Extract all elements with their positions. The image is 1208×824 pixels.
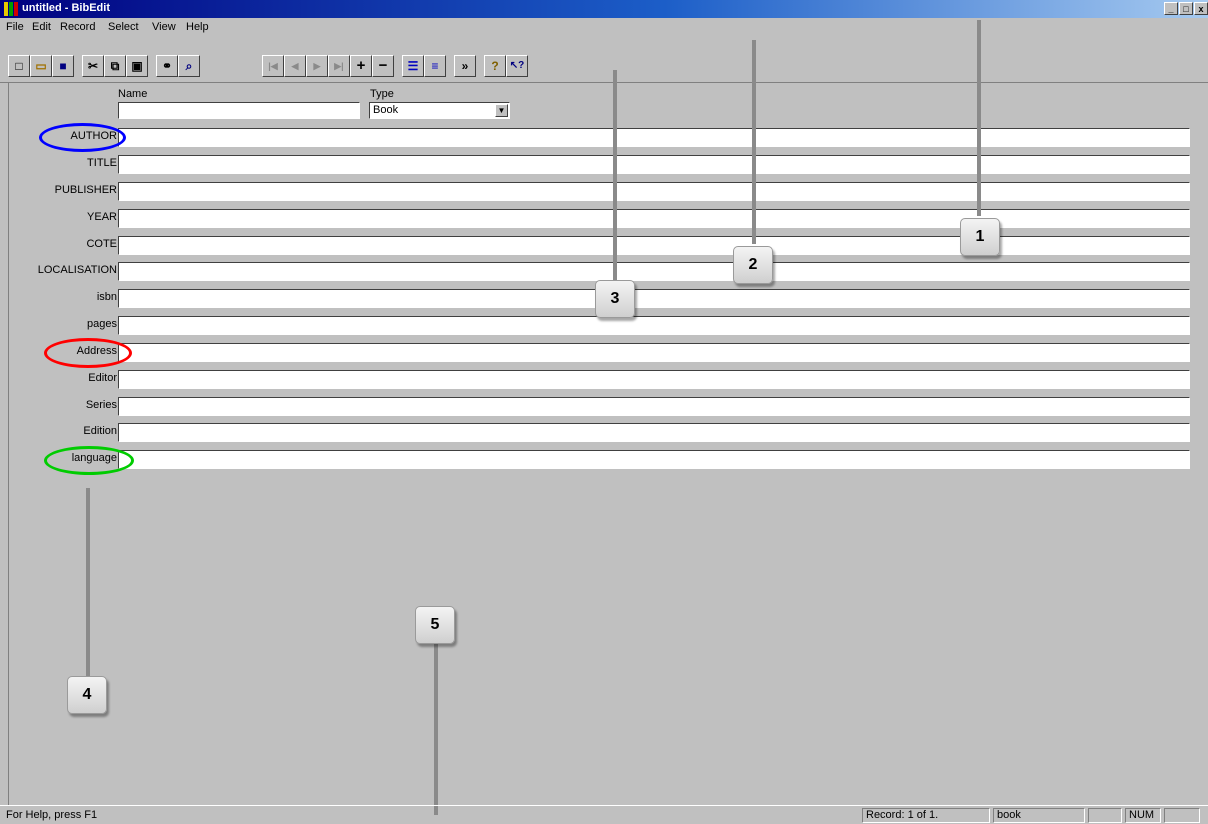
name-label: Name (118, 88, 148, 100)
pages-field[interactable] (118, 316, 1190, 335)
status-record-pane: Record: 1 of 1. (862, 808, 990, 823)
menu-record[interactable]: Record (60, 21, 95, 33)
year-field[interactable] (118, 209, 1190, 228)
publisher-field[interactable] (118, 182, 1190, 201)
status-help-text: For Help, press F1 (6, 809, 98, 821)
author-field[interactable] (118, 128, 1190, 147)
form-frame (0, 82, 9, 805)
cote-field[interactable] (118, 236, 1190, 255)
callout-1-line (977, 20, 981, 216)
isbn-field[interactable] (118, 289, 1190, 308)
series-field[interactable] (118, 397, 1190, 416)
author-highlight-ring (39, 123, 126, 152)
callout-4-line (86, 488, 90, 678)
minus-icon[interactable]: − (372, 55, 394, 77)
name-input[interactable] (118, 102, 360, 119)
menu-file[interactable]: File (6, 21, 24, 33)
field-label-pages: pages (87, 318, 117, 330)
window-title: untitled - BibEdit (22, 2, 110, 14)
new-document-icon[interactable]: □ (8, 55, 30, 77)
menu-select[interactable]: Select (108, 21, 139, 33)
status-type-pane: book (993, 808, 1085, 823)
callout-badge-4: 4 (67, 676, 107, 714)
address-highlight-ring (44, 338, 132, 368)
callout-2-line (752, 40, 756, 244)
field-label-editor: Editor (88, 372, 117, 384)
magnifier-icon[interactable]: ⌕ (178, 55, 200, 77)
callout-badge-1: 1 (960, 218, 1000, 256)
callout-3-line (613, 70, 617, 280)
status-bar: For Help, press F1 Record: 1 of 1. book … (0, 805, 1208, 824)
details-view-icon[interactable]: ≡ (424, 55, 446, 77)
type-label: Type (370, 88, 394, 100)
chevron-down-icon[interactable]: ▼ (495, 104, 508, 117)
menu-view[interactable]: View (152, 21, 176, 33)
close-button[interactable]: x (1194, 2, 1208, 15)
toolbar: □ ▭ ■ ✂ ⧉ ▣ ⚭ ⌕ |◀ ◀ ▶ ▶| + − ☰ ≡ » ? ↖? (0, 36, 1208, 83)
scissors-icon[interactable]: ✂ (82, 55, 104, 77)
paste-icon[interactable]: ▣ (126, 55, 148, 77)
language-field[interactable] (118, 450, 1190, 469)
status-num-pane: NUM (1125, 808, 1161, 823)
callout-5-line (434, 642, 438, 815)
edition-field[interactable] (118, 423, 1190, 442)
type-select-value: Book (373, 104, 399, 116)
callout-badge-3: 3 (595, 280, 635, 318)
field-label-localisation: LOCALISATION (37, 264, 117, 276)
field-label-isbn: isbn (96, 291, 117, 303)
type-select[interactable]: Book ▼ (369, 102, 510, 119)
context-help-icon[interactable]: ↖? (506, 55, 528, 77)
plus-icon[interactable]: + (350, 55, 372, 77)
address-field[interactable] (118, 343, 1190, 362)
status-caps-pane (1088, 808, 1122, 823)
previous-record-icon[interactable]: ◀ (284, 55, 306, 77)
title-bar: untitled - BibEdit _ □ x (0, 0, 1208, 18)
list-view-icon[interactable]: ☰ (402, 55, 424, 77)
field-label-series: Series (85, 399, 117, 411)
field-label-year: YEAR (87, 211, 117, 223)
localisation-field[interactable] (118, 262, 1190, 281)
save-disk-icon[interactable]: ■ (52, 55, 74, 77)
menu-bar: File Edit Record Select View Help (0, 18, 1208, 36)
first-record-icon[interactable]: |◀ (262, 55, 284, 77)
menu-edit[interactable]: Edit (32, 21, 51, 33)
copy-icon[interactable]: ⧉ (104, 55, 126, 77)
field-label-edition: Edition (83, 425, 117, 437)
editor-field[interactable] (118, 370, 1190, 389)
menu-help[interactable]: Help (186, 21, 209, 33)
field-label-title: TITLE (87, 157, 117, 169)
minimize-button[interactable]: _ (1164, 2, 1178, 15)
filter-icon[interactable]: » (454, 55, 476, 77)
status-scroll-pane (1164, 808, 1200, 823)
title-field[interactable] (118, 155, 1190, 174)
field-label-publisher: PUBLISHER (54, 184, 117, 196)
field-label-cote: COTE (86, 238, 117, 250)
language-highlight-ring (44, 446, 134, 475)
last-record-icon[interactable]: ▶| (328, 55, 350, 77)
callout-badge-2: 2 (733, 246, 773, 284)
bibedit-app-icon (4, 2, 18, 16)
binoculars-icon[interactable]: ⚭ (156, 55, 178, 77)
help-icon[interactable]: ? (484, 55, 506, 77)
callout-badge-5: 5 (415, 606, 455, 644)
maximize-button[interactable]: □ (1179, 2, 1193, 15)
open-folder-icon[interactable]: ▭ (30, 55, 52, 77)
next-record-icon[interactable]: ▶ (306, 55, 328, 77)
